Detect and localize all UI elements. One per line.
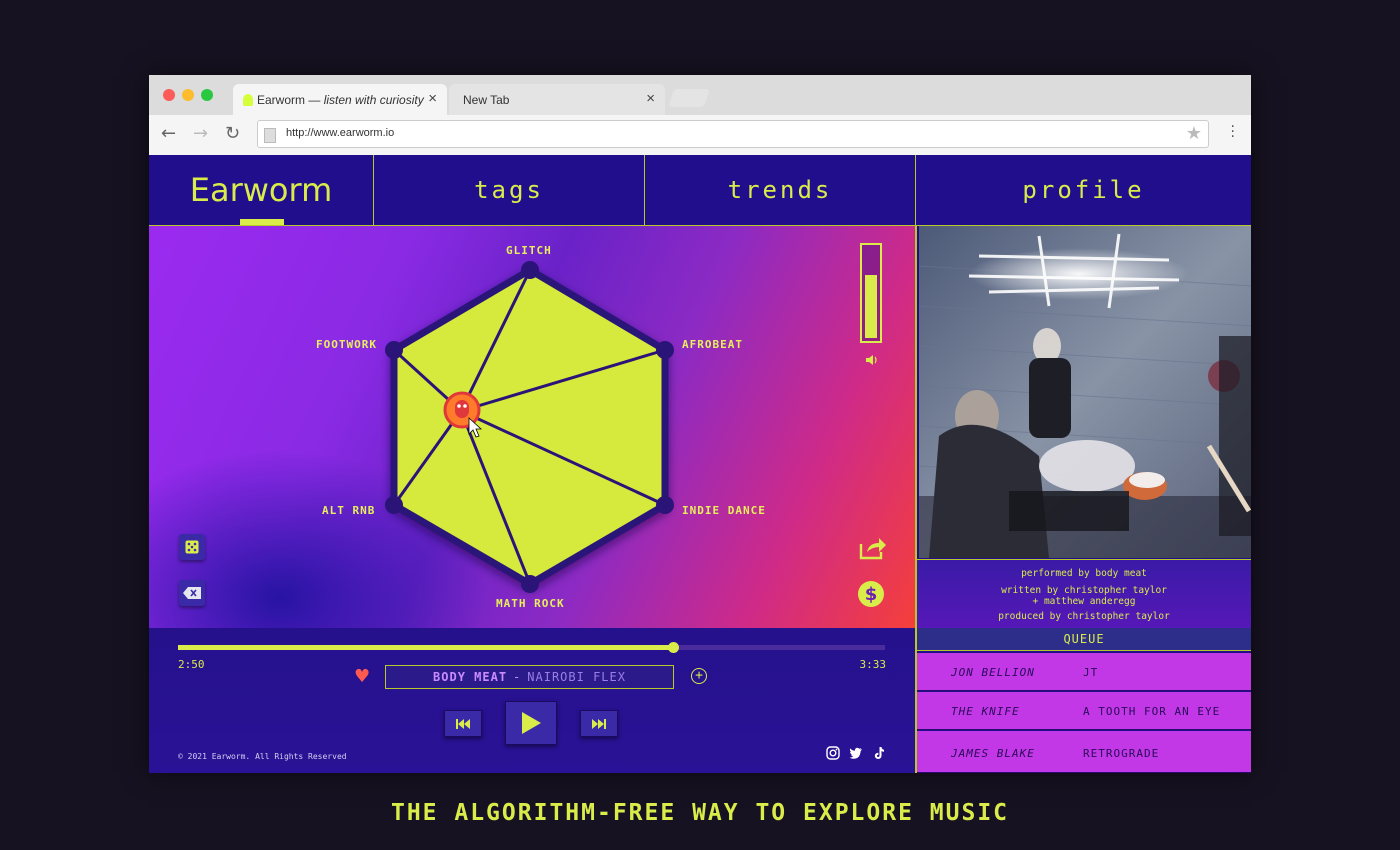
minimize-window-button[interactable] bbox=[182, 89, 194, 101]
back-arrow-icon[interactable]: ← bbox=[161, 123, 176, 144]
instagram-icon[interactable] bbox=[826, 746, 840, 760]
add-to-queue-icon[interactable]: + bbox=[691, 668, 707, 684]
nav-tags[interactable]: tags bbox=[374, 155, 644, 225]
vertex-glitch[interactable] bbox=[521, 261, 539, 279]
vertex-math-rock[interactable] bbox=[521, 575, 539, 593]
nav-trends[interactable]: trends bbox=[645, 155, 915, 225]
earworm-selector-icon[interactable] bbox=[443, 391, 481, 429]
genre-label-afrobeat: AFROBEAT bbox=[682, 338, 743, 351]
vertex-indie-dance[interactable] bbox=[656, 496, 674, 514]
credit-written-2: + matthew anderegg bbox=[1032, 596, 1136, 607]
vertex-afrobeat[interactable] bbox=[656, 341, 674, 359]
earworm-favicon-icon bbox=[243, 94, 253, 106]
hexagon-shape[interactable] bbox=[390, 266, 669, 588]
browser-window: Earworm — listen with curiosity × New Ta… bbox=[149, 75, 1251, 773]
page-icon bbox=[264, 128, 276, 143]
close-tab-icon[interactable]: × bbox=[428, 90, 437, 107]
genre-hexagon[interactable] bbox=[149, 226, 915, 628]
queue-item[interactable]: THE KNIFE A TOOTH FOR AN EYE bbox=[917, 692, 1251, 730]
previous-button[interactable] bbox=[444, 710, 482, 737]
url-text: http://www.earworm.io bbox=[286, 127, 395, 139]
reload-icon[interactable]: ↻ bbox=[225, 123, 240, 144]
volume-level bbox=[865, 274, 877, 338]
queue-song: A TOOTH FOR AN EYE bbox=[1083, 705, 1221, 718]
album-art[interactable] bbox=[919, 226, 1251, 558]
queue-item[interactable]: JAMES BLAKE RETROGRADE bbox=[917, 731, 1251, 773]
app-nav: Earworm tags trends profile bbox=[149, 155, 1251, 226]
queue-song: RETROGRADE bbox=[1083, 747, 1160, 760]
twitter-icon[interactable] bbox=[849, 746, 863, 760]
dollar-icon[interactable]: $ bbox=[858, 581, 884, 607]
copyright-text: © 2021 Earworm. All Rights Reserved bbox=[178, 752, 347, 761]
dice-icon bbox=[185, 540, 199, 554]
genre-label-footwork: FOOTWORK bbox=[316, 338, 377, 351]
close-window-button[interactable] bbox=[163, 89, 175, 101]
progress-knob[interactable] bbox=[667, 642, 679, 653]
album-photo bbox=[919, 226, 1251, 558]
maximize-window-button[interactable] bbox=[201, 89, 213, 101]
tab-subtitle: listen with curiosity bbox=[323, 93, 424, 107]
player-bar: 2:50 3:33 ♥ BODY MEAT - NAIROBI FLEX + ©… bbox=[149, 628, 915, 773]
heart-icon[interactable]: ♥ bbox=[354, 666, 370, 687]
now-playing-track: NAIROBI FLEX bbox=[527, 670, 626, 684]
active-indicator bbox=[240, 219, 284, 225]
tiktok-icon[interactable] bbox=[872, 746, 886, 760]
tab-bar: Earworm — listen with curiosity × New Ta… bbox=[149, 75, 1251, 115]
backspace-icon bbox=[183, 587, 201, 599]
genre-label-glitch: GLITCH bbox=[506, 244, 552, 257]
queue-header: QUEUE bbox=[917, 628, 1251, 651]
vertex-footwork[interactable] bbox=[385, 341, 403, 359]
total-time: 3:33 bbox=[859, 658, 887, 671]
next-track-icon bbox=[592, 718, 606, 729]
address-bar[interactable]: http://www.earworm.io ★ bbox=[257, 120, 1209, 148]
credit-produced: produced by christopher taylor bbox=[998, 611, 1170, 622]
speaker-icon[interactable] bbox=[865, 354, 879, 366]
tab-new-tab[interactable]: New Tab × bbox=[449, 84, 665, 115]
clear-button[interactable] bbox=[179, 580, 205, 606]
progress-fill bbox=[178, 645, 673, 650]
elapsed-time: 2:50 bbox=[178, 658, 205, 671]
track-panel: performed by body meat written by christ… bbox=[915, 226, 1251, 773]
tab-earworm[interactable]: Earworm — listen with curiosity × bbox=[233, 84, 447, 115]
genre-label-alt-rnb: ALT RNB bbox=[322, 504, 376, 517]
progress-bar[interactable] bbox=[178, 642, 885, 653]
queue-item[interactable]: JON BELLION JT bbox=[917, 653, 1251, 691]
now-playing-display: BODY MEAT - NAIROBI FLEX bbox=[385, 665, 674, 689]
browser-toolbar: ← → ↻ http://www.earworm.io ★ · · · bbox=[149, 115, 1251, 156]
nav-profile[interactable]: profile bbox=[916, 155, 1251, 225]
volume-slider[interactable] bbox=[860, 243, 882, 343]
shuffle-dice-button[interactable] bbox=[179, 534, 205, 560]
now-playing-artist: BODY MEAT bbox=[433, 670, 508, 684]
tab-title: Earworm — bbox=[257, 93, 324, 107]
track-credits: performed by body meat written by christ… bbox=[917, 559, 1251, 629]
play-icon bbox=[522, 712, 541, 734]
new-tab-button[interactable] bbox=[668, 89, 710, 107]
close-tab-icon[interactable]: × bbox=[646, 90, 655, 107]
credit-performed: performed by body meat bbox=[1021, 568, 1147, 579]
share-icon[interactable] bbox=[859, 536, 887, 560]
next-button[interactable] bbox=[580, 710, 618, 737]
tagline: THE ALGORITHM-FREE WAY TO EXPLORE MUSIC bbox=[390, 800, 1010, 826]
browser-menu-icon[interactable]: · · · bbox=[1231, 120, 1235, 144]
credit-written: written by christopher taylor bbox=[1001, 585, 1167, 596]
forward-arrow-icon[interactable]: → bbox=[193, 123, 208, 144]
queue-artist: JAMES BLAKE bbox=[951, 747, 1035, 760]
logo-text: Earworm bbox=[189, 171, 333, 209]
queue-song: JT bbox=[1083, 666, 1099, 679]
tab-title: New Tab bbox=[463, 93, 510, 107]
nav-logo[interactable]: Earworm bbox=[149, 155, 373, 225]
bookmark-star-icon[interactable]: ★ bbox=[1186, 123, 1202, 144]
previous-track-icon bbox=[456, 718, 470, 729]
queue-artist: JON BELLION bbox=[951, 666, 1035, 679]
genre-explorer: GLITCH AFROBEAT INDIE DANCE MATH ROCK AL… bbox=[149, 226, 915, 628]
genre-label-indie-dance: INDIE DANCE bbox=[682, 504, 766, 517]
play-button[interactable] bbox=[505, 701, 557, 745]
genre-label-math-rock: MATH ROCK bbox=[496, 597, 565, 610]
vertex-alt-rnb[interactable] bbox=[385, 496, 403, 514]
now-playing-separator: - bbox=[513, 670, 522, 684]
queue-artist: THE KNIFE bbox=[951, 705, 1020, 718]
